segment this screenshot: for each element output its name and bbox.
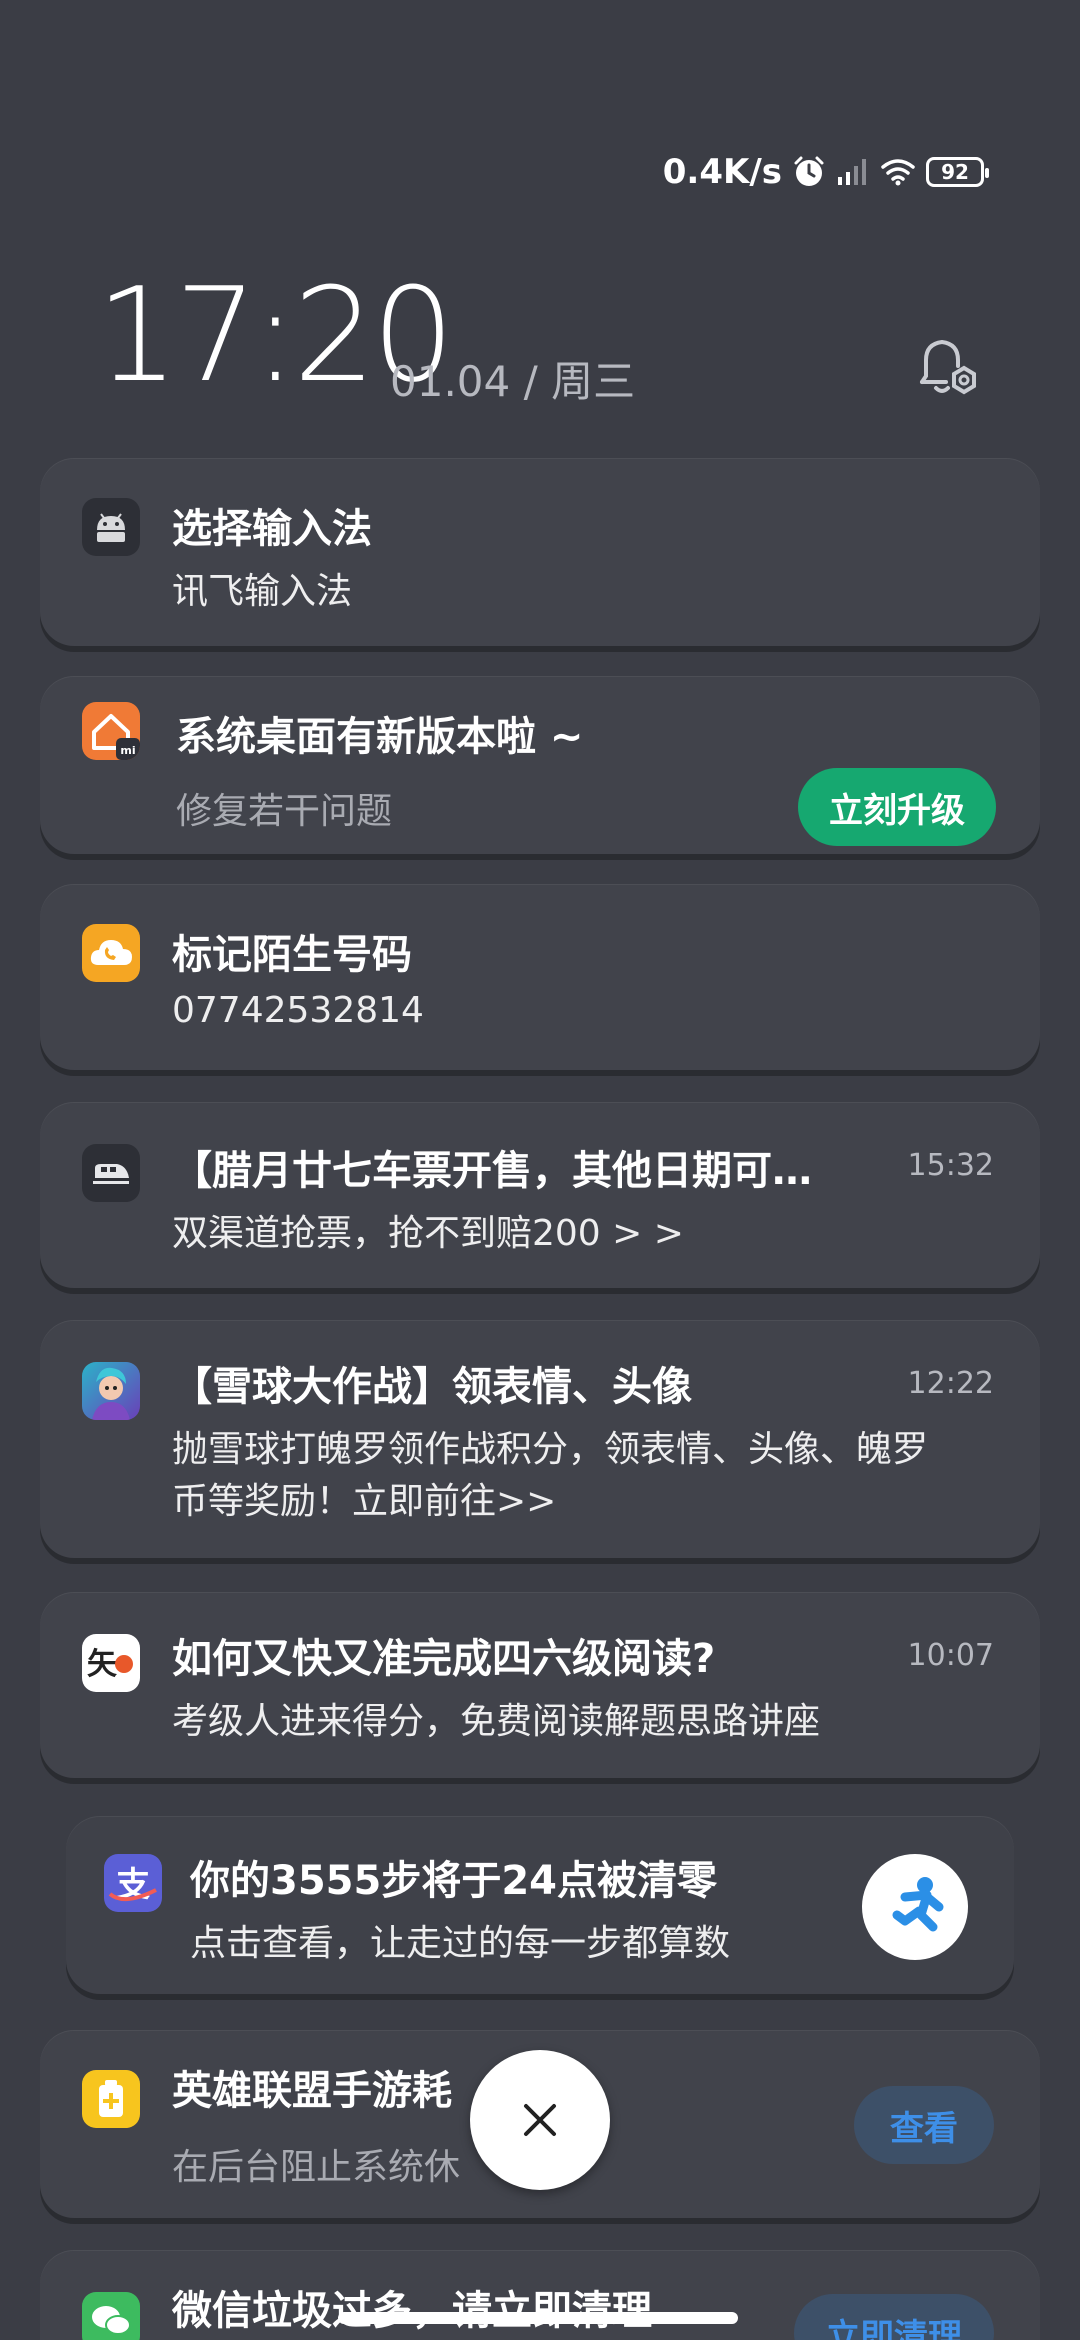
notification-input-method[interactable]: 选择输入法 讯飞输入法 — [40, 458, 1040, 646]
notification-train-ticket[interactable]: 【腊月廿七车票开售，其他日期可… 15:32 双渠道抢票，抢不到赔200 > > — [40, 1102, 1040, 1288]
notification-settings-icon[interactable] — [912, 332, 986, 402]
home-launcher-icon: mi — [82, 702, 140, 760]
notification-text: 修复若干问题 — [176, 791, 393, 832]
zhihu-reading-icon: 矢 — [82, 1634, 140, 1692]
android-icon — [82, 498, 140, 556]
notification-text: 点击查看，让走过的每一步都算数 — [190, 1923, 731, 1964]
notification-time: 12:22 — [907, 1366, 994, 1401]
notification-wechat-clean[interactable]: 微信垃圾过多，请立即清理 立即清理 — [40, 2250, 1040, 2340]
train-icon — [82, 1144, 140, 1202]
running-man-icon — [862, 1854, 968, 1960]
battery-saver-icon — [82, 2070, 140, 2128]
phone-cloud-icon — [82, 924, 140, 982]
notification-text: 讯飞输入法 — [172, 571, 353, 612]
notification-title: 系统桌面有新版本啦 ~ — [176, 714, 584, 760]
signal-icon — [836, 157, 870, 187]
svg-text:矢: 矢 — [87, 1647, 117, 1682]
notification-alipay-steps[interactable]: 支 你的3555步将于24点被清零 点击查看，让走过的每一步都算数 — [66, 1816, 1014, 1994]
home-indicator[interactable] — [338, 2312, 738, 2324]
battery-level: 92 — [941, 160, 969, 184]
notification-text-line2: 币等奖励！立即前往>> — [172, 1481, 557, 1522]
notification-title: 微信垃圾过多，请立即清理 — [172, 2288, 652, 2334]
svg-text:mi: mi — [120, 744, 135, 757]
notification-text: 双渠道抢票，抢不到赔200 > > — [172, 1213, 684, 1254]
notification-text: 07742532814 — [172, 990, 424, 1031]
view-button[interactable]: 查看 — [854, 2086, 994, 2164]
alarm-icon — [792, 155, 826, 189]
notification-time: 15:32 — [907, 1148, 994, 1183]
notification-time: 10:07 — [907, 1638, 994, 1673]
alipay-icon: 支 — [104, 1854, 162, 1912]
notification-title: 【腊月廿七车票开售，其他日期可… — [172, 1148, 812, 1194]
notification-shade: 0.4K/s 92 17:20 01.04 / 周三 选择输入法 讯飞输入法 m… — [0, 0, 1080, 2340]
notification-snowball-game[interactable]: 【雪球大作战】领表情、头像 12:22 抛雪球打魄罗领作战积分，领表情、头像、魄… — [40, 1320, 1040, 1558]
notification-text: 在后台阻止系统休 — [172, 2147, 461, 2188]
notification-title: 选择输入法 — [172, 506, 372, 552]
notification-title: 如何又快又准完成四六级阅读? — [172, 1636, 716, 1682]
clean-button[interactable]: 立即清理 — [794, 2294, 994, 2340]
notification-launcher-update[interactable]: mi 系统桌面有新版本啦 ~ 修复若干问题 立刻升级 — [40, 676, 1040, 854]
notification-title: 标记陌生号码 — [172, 932, 412, 978]
wifi-icon — [880, 157, 916, 187]
notification-title: 英雄联盟手游耗 — [172, 2068, 452, 2114]
upgrade-button[interactable]: 立刻升级 — [798, 768, 996, 846]
notification-text-line1: 抛雪球打魄罗领作战积分，领表情、头像、魄罗 — [172, 1429, 929, 1470]
battery-icon: 92 — [926, 157, 989, 187]
notification-title: 你的3555步将于24点被清零 — [190, 1858, 717, 1904]
notification-cet-reading[interactable]: 矢 如何又快又准完成四六级阅读? 10:07 考级人进来得分，免费阅读解题思路讲… — [40, 1592, 1040, 1778]
notification-text: 考级人进来得分，免费阅读解题思路讲座 — [172, 1701, 821, 1742]
clear-all-button[interactable] — [470, 2050, 610, 2190]
notification-mark-number[interactable]: 标记陌生号码 07742532814 — [40, 884, 1040, 1070]
close-icon — [524, 2104, 556, 2136]
wechat-icon — [82, 2292, 140, 2340]
network-speed: 0.4K/s — [662, 152, 782, 192]
notification-title: 【雪球大作战】领表情、头像 — [172, 1364, 692, 1410]
status-bar: 0.4K/s 92 — [662, 148, 989, 196]
date: 01.04 / 周三 — [390, 357, 636, 406]
game-character-icon — [82, 1362, 140, 1420]
